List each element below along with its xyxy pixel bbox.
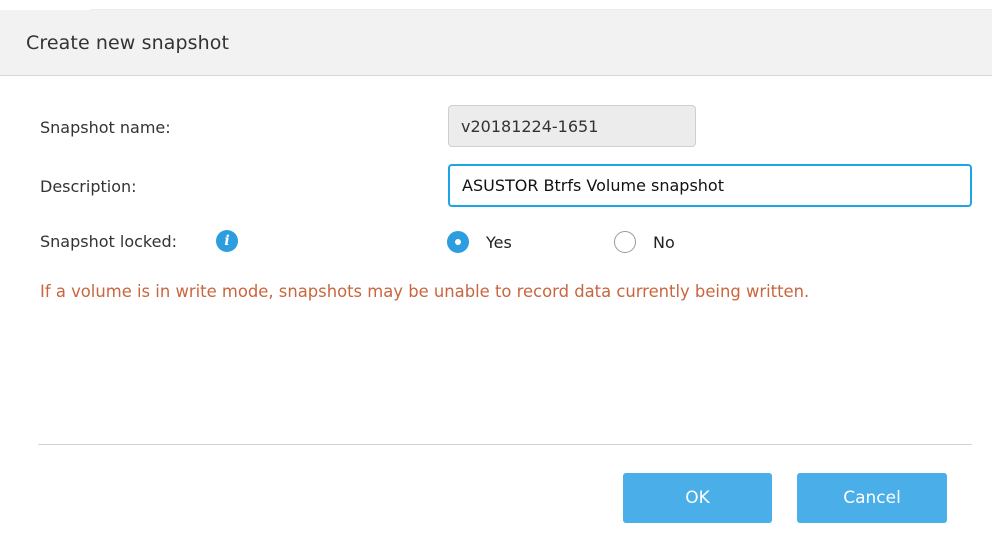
description-label: Description:	[40, 177, 137, 196]
snapshot-name-field: v20181224-1651	[448, 105, 696, 147]
cancel-button[interactable]: Cancel	[797, 473, 947, 523]
info-icon[interactable]: i	[216, 230, 238, 252]
write-mode-warning: If a volume is in write mode, snapshots …	[40, 282, 810, 301]
ok-button[interactable]: OK	[623, 473, 772, 523]
radio-no-label: No	[653, 232, 675, 252]
dialog-title-bar: Create new snapshot	[0, 9, 992, 76]
title-bar-top-line	[90, 0, 992, 10]
snapshot-locked-label: Snapshot locked:	[40, 232, 177, 251]
radio-yes-label: Yes	[486, 232, 512, 252]
description-value: ASUSTOR Btrfs Volume snapshot	[462, 176, 724, 195]
create-snapshot-dialog: Create new snapshot Snapshot name: v2018…	[0, 0, 992, 542]
dialog-title: Create new snapshot	[26, 32, 230, 54]
radio-checked-icon[interactable]	[447, 231, 469, 253]
description-input[interactable]: ASUSTOR Btrfs Volume snapshot	[448, 164, 972, 207]
radio-locked-yes[interactable]: Yes	[447, 230, 512, 254]
radio-locked-no[interactable]: No	[614, 230, 675, 254]
snapshot-name-value: v20181224-1651	[461, 116, 599, 136]
footer-divider	[38, 444, 972, 445]
radio-unchecked-icon[interactable]	[614, 231, 636, 253]
snapshot-name-label: Snapshot name:	[40, 118, 171, 137]
